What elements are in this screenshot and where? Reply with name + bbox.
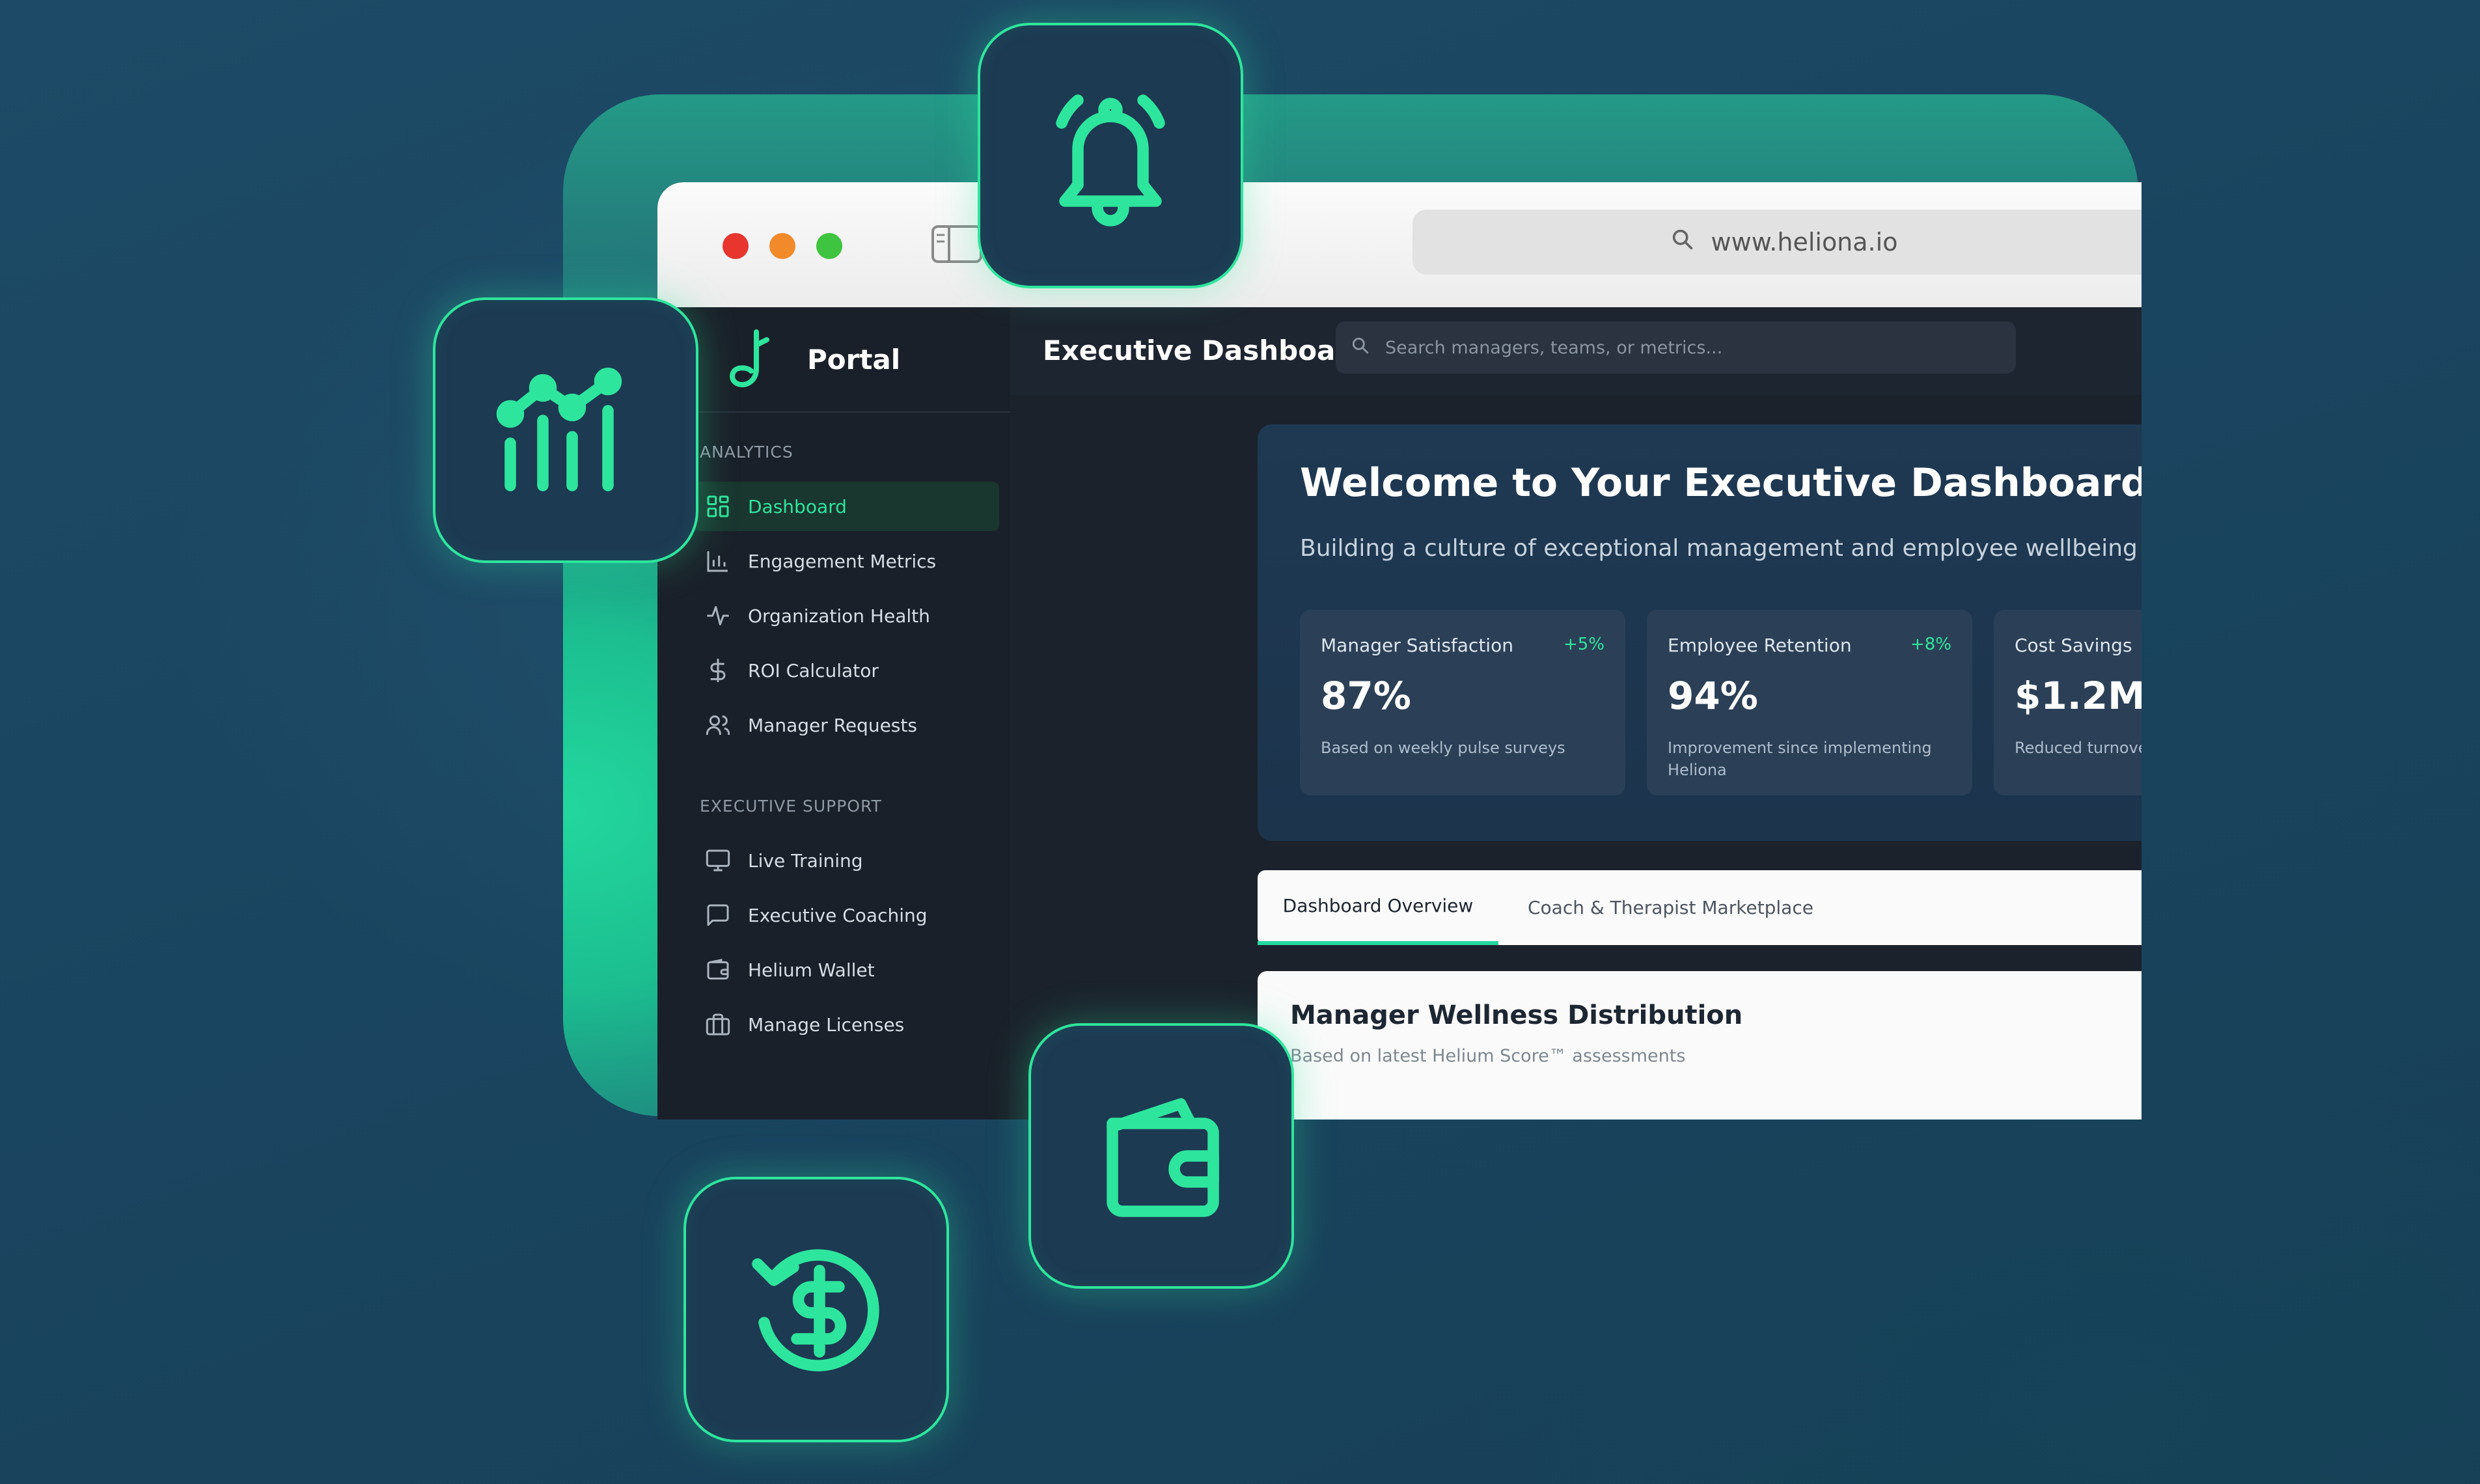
stat-change: +8% — [1910, 635, 1951, 654]
stat-note: Improvement since implementing Heliona — [1668, 739, 1932, 779]
sidebar-item-engagement-metrics[interactable]: Engagement Metrics — [693, 536, 999, 586]
sidebar-item-executive-coaching[interactable]: Executive Coaching — [693, 890, 999, 940]
address-bar[interactable]: www.heliona.io — [1412, 210, 2142, 275]
section-label-analytics: ANALYTICS — [700, 443, 793, 461]
chat-icon — [705, 902, 731, 928]
sidebar-item-label: Organization Health — [748, 605, 930, 627]
bar-chart-icon — [705, 548, 731, 574]
sidebar-item-label: ROI Calculator — [748, 659, 879, 681]
page-title: Executive Dashboard — [1043, 335, 1369, 366]
welcome-panel: Welcome to Your Executive Dashboard Buil… — [1258, 424, 2142, 841]
welcome-title: Welcome to Your Executive Dashboard — [1300, 460, 2142, 506]
wallet-icon — [1028, 1023, 1294, 1289]
stat-label: Manager Satisfaction — [1321, 635, 1513, 656]
users-icon — [705, 712, 731, 738]
sidebar-item-roi-calculator[interactable]: ROI Calculator — [693, 646, 999, 695]
stat-label: Employee Retention — [1668, 635, 1852, 656]
stat-note: Reduced turnover — [2015, 739, 2142, 757]
main-content: Welcome to Your Executive Dashboard Buil… — [1010, 395, 2142, 1120]
sidebar-item-live-training[interactable]: Live Training — [693, 836, 999, 885]
url-text: www.heliona.io — [1711, 228, 1898, 256]
dollar-icon — [705, 657, 731, 683]
sidebar-item-label: Executive Coaching — [748, 904, 928, 926]
sidebar-item-label: Engagement Metrics — [748, 550, 937, 572]
sidebar-item-manager-requests[interactable]: Manager Requests — [693, 700, 999, 750]
close-window-button[interactable] — [723, 233, 749, 259]
sidebar-item-label: Helium Wallet — [748, 959, 875, 981]
sidebar-item-label: Manager Requests — [748, 714, 917, 736]
sidebar-item-dashboard[interactable]: Dashboard — [693, 482, 999, 531]
stat-card-manager-satisfaction[interactable]: Manager Satisfaction +5% 87% Based on we… — [1300, 610, 1625, 795]
briefcase-icon — [705, 1011, 731, 1037]
stat-card-employee-retention[interactable]: Employee Retention +8% 94% Improvement s… — [1647, 610, 1972, 795]
stat-card-cost-savings[interactable]: Cost Savings $1.2M Reduced turnover — [1994, 610, 2142, 795]
search-icon — [1670, 227, 1696, 258]
wellness-distribution-card: Manager Wellness Distribution Based on l… — [1258, 971, 2142, 1120]
stat-value: $1.2M — [2015, 674, 2142, 718]
grid-icon — [705, 493, 731, 519]
maximize-window-button[interactable] — [816, 233, 842, 259]
card-title: Manager Wellness Distribution — [1290, 1000, 1743, 1030]
card-subtitle: Based on latest Helium Score™ assessment… — [1290, 1046, 1686, 1066]
sidebar: Portal ANALYTICS Dashboard Engagement Me… — [657, 307, 1010, 1120]
stat-value: 94% — [1668, 674, 1758, 718]
sidebar-item-manage-licenses[interactable]: Manage Licenses — [693, 1000, 999, 1049]
line-chart-icon — [433, 297, 698, 563]
welcome-subtitle: Building a culture of exceptional manage… — [1300, 535, 2138, 562]
sidebar-item-label: Live Training — [748, 849, 863, 872]
tab-bar: Dashboard Overview Coach & Therapist Mar… — [1258, 870, 2142, 945]
brand-name: Portal — [807, 344, 901, 376]
monitor-icon — [705, 847, 731, 873]
wallet-icon — [705, 957, 731, 983]
search-placeholder: Search managers, teams, or metrics... — [1385, 337, 1723, 358]
heliona-logo-icon — [723, 327, 775, 392]
pulse-icon — [705, 603, 731, 629]
tab-coach-therapist-marketplace[interactable]: Coach & Therapist Marketplace — [1528, 870, 1813, 945]
search-icon — [1336, 335, 1385, 361]
sidebar-item-helium-wallet[interactable]: Helium Wallet — [693, 945, 999, 995]
dollar-refresh-icon — [683, 1177, 949, 1442]
tab-dashboard-overview[interactable]: Dashboard Overview — [1258, 870, 1498, 945]
stat-value: 87% — [1321, 674, 1411, 718]
minimize-window-button[interactable] — [769, 233, 795, 259]
search-input[interactable]: Search managers, teams, or metrics... — [1336, 322, 2016, 374]
brand[interactable]: Portal — [657, 307, 1010, 413]
sidebar-item-label: Manage Licenses — [748, 1013, 905, 1036]
sidebar-item-label: Dashboard — [748, 495, 847, 517]
browser-window: www.heliona.io Portal ANALYTICS Dashboar… — [657, 182, 2142, 1120]
bell-icon — [978, 23, 1243, 288]
browser-titlebar: www.heliona.io — [657, 182, 2142, 309]
stat-change: +5% — [1563, 635, 1605, 654]
section-label-executive-support: EXECUTIVE SUPPORT — [700, 797, 882, 816]
stat-label: Cost Savings — [2015, 635, 2132, 656]
sidebar-item-organization-health[interactable]: Organization Health — [693, 591, 999, 640]
app-header: Executive Dashboard Search managers, tea… — [1010, 307, 2142, 396]
sidebar-toggle-icon[interactable] — [931, 225, 983, 264]
stat-note: Based on weekly pulse surveys — [1321, 739, 1565, 757]
